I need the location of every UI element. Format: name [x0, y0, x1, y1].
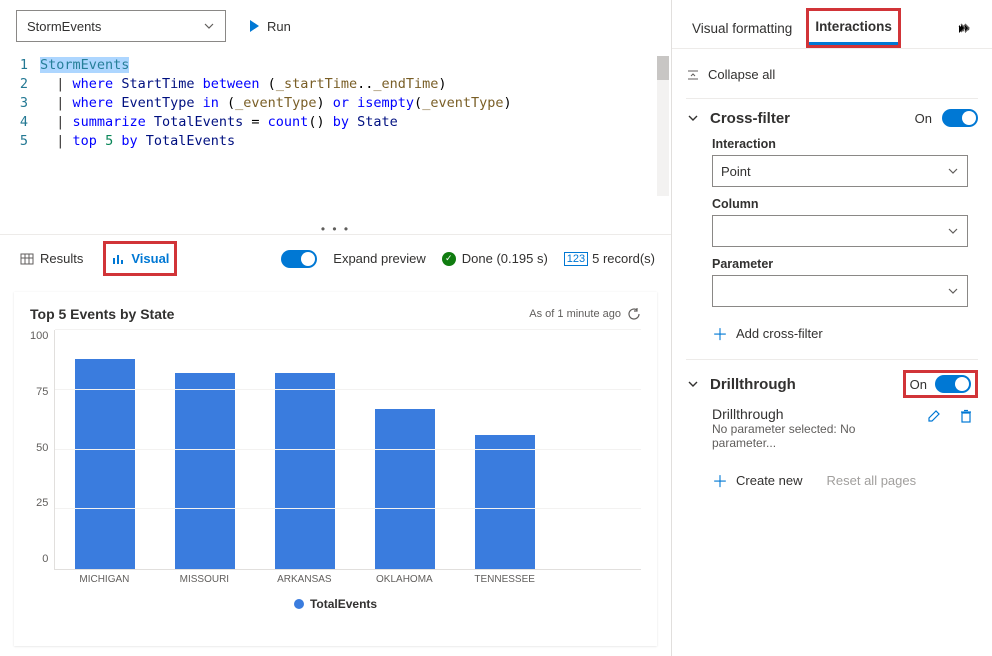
drillthrough-title: Drillthrough [710, 376, 893, 393]
top-toolbar: StormEvents Run [0, 0, 671, 52]
chart-title: Top 5 Events by State [30, 306, 174, 322]
chevron-down-icon [686, 377, 700, 391]
add-crossfilter-button[interactable]: ＋ Add cross-filter [712, 321, 978, 345]
visual-tab-label: Visual [131, 251, 169, 266]
chart-asof: As of 1 minute ago [529, 308, 621, 320]
y-axis: 100 75 50 25 0 [30, 330, 54, 565]
create-new-label: Create new [736, 473, 802, 488]
chart-legend: TotalEvents [30, 597, 641, 611]
crossfilter-title: Cross-filter [710, 110, 905, 127]
column-select[interactable] [712, 215, 968, 247]
results-bar: Results Visual Expand preview ✓ Done (0.… [0, 234, 671, 282]
barchart-icon [111, 252, 125, 266]
chart-bar[interactable] [275, 373, 335, 569]
drillthrough-item-name: Drillthrough [712, 406, 914, 422]
plus-icon: ＋ [712, 468, 728, 492]
tab-visual-formatting[interactable]: Visual formatting [686, 13, 798, 44]
drillthrough-header[interactable]: Drillthrough On [686, 370, 978, 398]
left-pane: StormEvents Run 1StormEvents 2 | where S… [0, 0, 672, 656]
chevron-down-icon [947, 285, 959, 297]
refresh-icon[interactable] [627, 307, 641, 321]
legend-label: TotalEvents [310, 597, 377, 611]
x-tick: MICHIGAN [74, 574, 134, 585]
results-tab-label: Results [40, 251, 83, 266]
tab-visual[interactable]: Visual [107, 245, 173, 272]
x-tick: OKLAHOMA [374, 574, 434, 585]
code-token: StormEvents [40, 57, 129, 73]
edit-icon[interactable] [922, 406, 946, 426]
chart-bar[interactable] [75, 359, 135, 569]
more-icon[interactable] [950, 14, 978, 42]
chevron-down-icon [947, 225, 959, 237]
chevron-down-icon [203, 20, 215, 32]
x-tick: MISSOURI [174, 574, 234, 585]
expand-preview-toggle[interactable] [281, 250, 317, 268]
interaction-value: Point [721, 164, 751, 179]
drillthrough-item: Drillthrough No parameter selected: No p… [712, 398, 978, 458]
interaction-select[interactable]: Point [712, 155, 968, 187]
expand-preview-label: Expand preview [333, 251, 426, 266]
database-name: StormEvents [27, 19, 101, 34]
interaction-label: Interaction [712, 137, 978, 151]
play-icon [250, 20, 259, 32]
collapse-all-label: Collapse all [708, 67, 775, 82]
plus-icon: ＋ [712, 321, 728, 345]
parameter-select[interactable] [712, 275, 968, 307]
crossfilter-header[interactable]: Cross-filter On [686, 109, 978, 127]
chevron-down-icon [686, 111, 700, 125]
table-icon [20, 252, 34, 266]
drillthrough-toggle[interactable] [935, 375, 971, 393]
x-tick: TENNESSEE [474, 574, 534, 585]
tab-results[interactable]: Results [16, 245, 87, 272]
chart-bar[interactable] [475, 435, 535, 569]
drillthrough-on-label: On [910, 377, 927, 392]
chevron-down-icon [947, 165, 959, 177]
x-axis: MICHIGAN MISSOURI ARKANSAS OKLAHOMA TENNESSE… [54, 570, 641, 585]
collapse-icon [686, 68, 700, 82]
chart-plot[interactable] [54, 330, 641, 570]
section-drillthrough: Drillthrough On Drillthrough No paramete… [686, 359, 978, 502]
add-crossfilter-label: Add cross-filter [736, 326, 823, 341]
code-editor[interactable]: 1StormEvents 2 | where StartTime between… [0, 52, 671, 222]
collapse-all-button[interactable]: Collapse all [686, 61, 978, 98]
run-button[interactable]: Run [242, 15, 299, 38]
delete-icon[interactable] [954, 406, 978, 426]
tab-interactions[interactable]: Interactions [809, 11, 898, 45]
section-crossfilter: Cross-filter On Interaction Point Column… [686, 98, 978, 359]
reset-all-pages-button[interactable]: Reset all pages [827, 473, 917, 488]
parameter-label: Parameter [712, 257, 978, 271]
legend-dot-icon [294, 599, 304, 609]
drillthrough-item-desc: No parameter selected: No parameter... [712, 422, 914, 450]
right-pane: Visual formatting Interactions Collapse … [672, 0, 992, 656]
x-tick: ARKANSAS [274, 574, 334, 585]
column-label: Column [712, 197, 978, 211]
create-new-button[interactable]: ＋ Create new [712, 468, 803, 492]
scrollbar-thumb[interactable] [657, 56, 669, 80]
chart-bar[interactable] [175, 373, 235, 569]
right-tabs: Visual formatting Interactions [672, 0, 992, 49]
checkmark-icon: ✓ [442, 252, 456, 266]
records-icon: 123 [564, 252, 588, 266]
status-text: Done (0.195 s) [462, 251, 548, 266]
crossfilter-toggle[interactable] [942, 109, 978, 127]
run-label: Run [267, 19, 291, 34]
resize-handle[interactable]: • • • [0, 222, 671, 234]
database-select[interactable]: StormEvents [16, 10, 226, 42]
chart-bar[interactable] [375, 409, 435, 569]
chart-card: Top 5 Events by State As of 1 minute ago… [14, 292, 657, 646]
crossfilter-on-label: On [915, 111, 932, 126]
records-text: 5 record(s) [592, 251, 655, 266]
